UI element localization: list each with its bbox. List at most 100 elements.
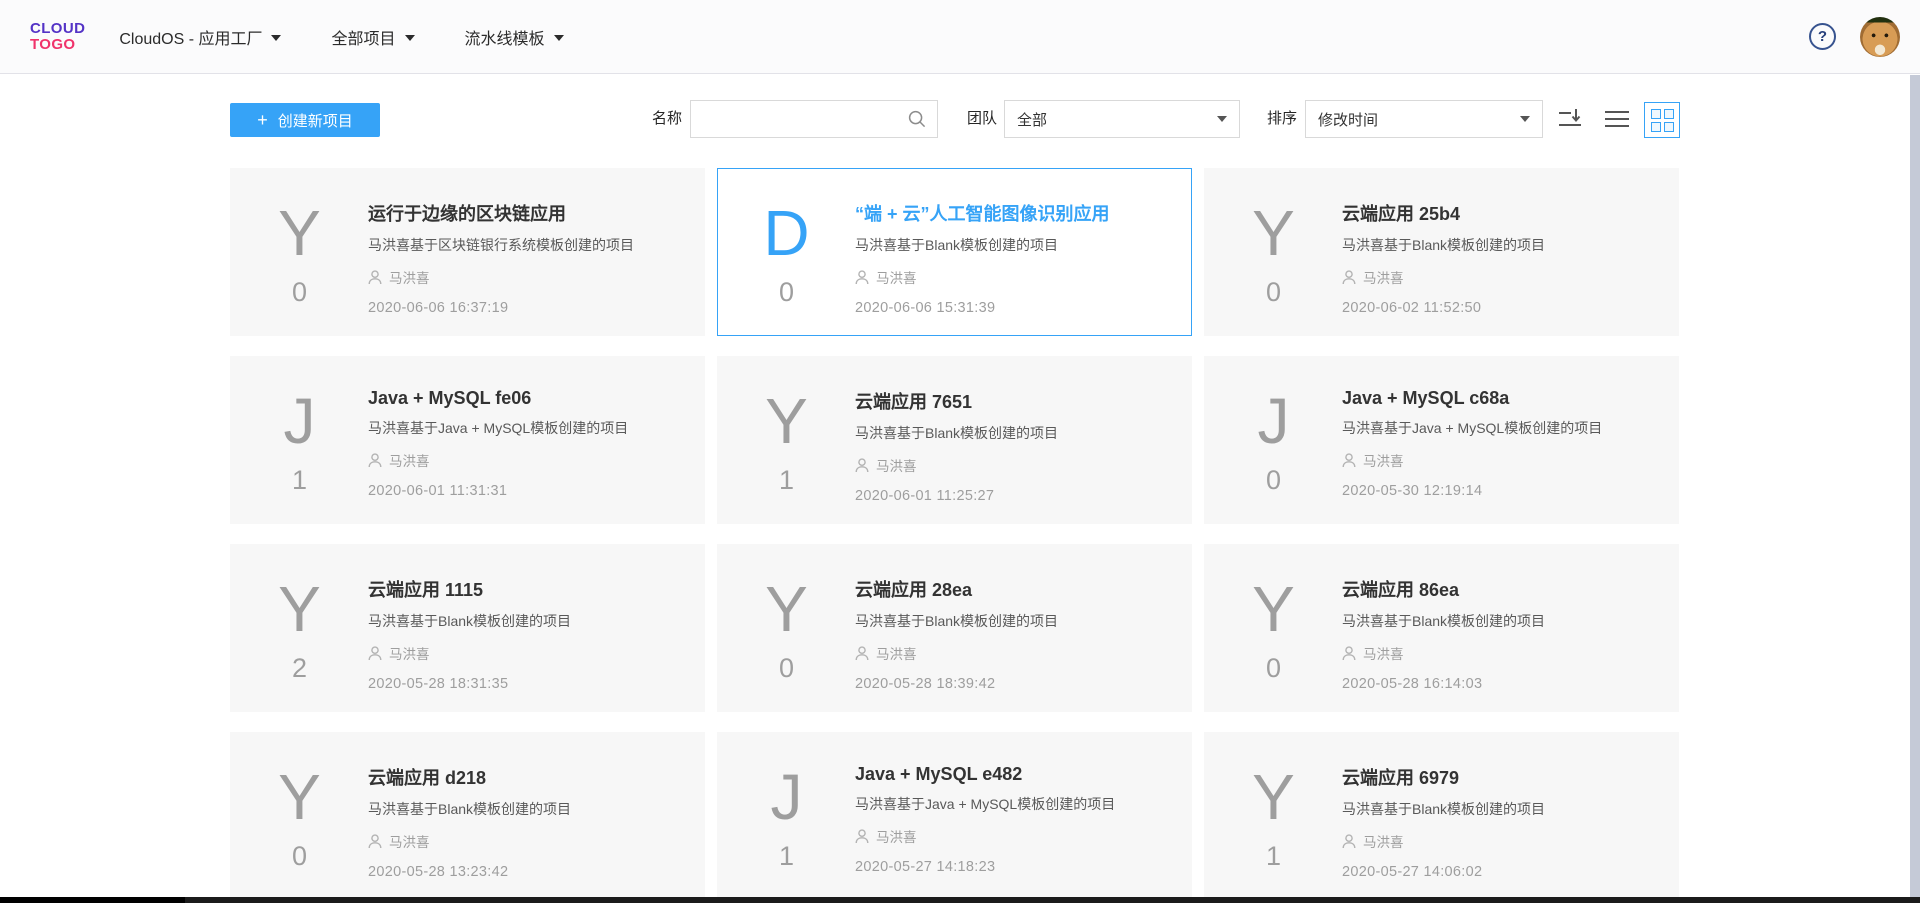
project-initial: Y — [1252, 573, 1295, 645]
sort-select[interactable]: 修改时间 — [1305, 100, 1543, 138]
window-bottom-edge — [0, 897, 1920, 903]
project-card[interactable]: Y 0 运行于边缘的区块链应用 马洪喜基于区块链银行系统模板创建的项目 马洪喜 … — [230, 168, 705, 336]
person-icon — [1342, 834, 1356, 849]
project-title[interactable]: 运行于边缘的区块链应用 — [368, 200, 686, 226]
project-owner: 马洪喜 — [368, 831, 686, 851]
project-info-column: 云端应用 25b4 马洪喜基于Blank模板创建的项目 马洪喜 2020-06-… — [1342, 169, 1678, 335]
project-desc: 马洪喜基于Blank模板创建的项目 — [1342, 235, 1660, 255]
cloudtogo-logo[interactable]: CLOUD TOGO — [30, 21, 85, 53]
project-owner: 马洪喜 — [368, 450, 686, 470]
project-initial: J — [771, 761, 803, 833]
project-timestamp: 2020-05-27 14:18:23 — [855, 859, 1173, 875]
project-owner-name: 马洪喜 — [1363, 450, 1404, 470]
sort-direction-icon[interactable] — [1556, 105, 1584, 133]
project-card[interactable]: Y 0 云端应用 28ea 马洪喜基于Blank模板创建的项目 马洪喜 2020… — [717, 544, 1192, 712]
nav-cloudos-app-factory[interactable]: CloudOS - 应用工厂 — [119, 25, 281, 49]
project-owner-name: 马洪喜 — [389, 267, 430, 287]
project-card[interactable]: Y 2 云端应用 1115 马洪喜基于Blank模板创建的项目 马洪喜 2020… — [230, 544, 705, 712]
project-title[interactable]: 云端应用 1115 — [368, 576, 686, 602]
window-bottom-edge-left — [0, 897, 185, 903]
project-title[interactable]: 云端应用 28ea — [855, 576, 1173, 602]
project-info-column: 云端应用 86ea 马洪喜基于Blank模板创建的项目 马洪喜 2020-05-… — [1342, 545, 1678, 711]
project-count: 0 — [779, 655, 794, 682]
project-count: 0 — [1266, 279, 1281, 306]
project-initial: Y — [278, 573, 321, 645]
project-initial: Y — [278, 197, 321, 269]
nav-pipeline-templates[interactable]: 流水线模板 — [465, 25, 564, 49]
main-content: + 创建新项目 名称 团队 全部 排序 修改时间 — [0, 74, 1920, 897]
vertical-scrollbar[interactable] — [1910, 75, 1920, 897]
project-timestamp: 2020-05-28 18:39:42 — [855, 676, 1173, 692]
project-title[interactable]: Java + MySQL e482 — [855, 764, 1173, 785]
project-owner-name: 马洪喜 — [389, 831, 430, 851]
help-icon[interactable]: ? — [1809, 23, 1836, 50]
grid-view-squares — [1651, 109, 1674, 132]
project-initial: J — [1258, 385, 1290, 457]
project-timestamp: 2020-05-28 13:23:42 — [368, 864, 686, 880]
chevron-down-icon — [554, 35, 564, 41]
plus-icon: + — [257, 111, 268, 129]
project-avatar-column: Y 1 — [718, 357, 855, 523]
project-title[interactable]: 云端应用 86ea — [1342, 576, 1660, 602]
project-card[interactable]: Y 0 云端应用 86ea 马洪喜基于Blank模板创建的项目 马洪喜 2020… — [1204, 544, 1679, 712]
project-title[interactable]: “端 + 云”人工智能图像识别应用 — [855, 200, 1173, 226]
project-avatar-column: Y 0 — [1205, 169, 1342, 335]
team-selected-value: 全部 — [1017, 109, 1047, 130]
chevron-down-icon — [1520, 116, 1530, 122]
project-initial: Y — [1252, 197, 1295, 269]
person-icon — [855, 270, 869, 285]
project-card[interactable]: D 0 “端 + 云”人工智能图像识别应用 马洪喜基于Blank模板创建的项目 … — [717, 168, 1192, 336]
nav-label: CloudOS - 应用工厂 — [119, 25, 262, 49]
project-desc: 马洪喜基于Blank模板创建的项目 — [1342, 611, 1660, 631]
project-card[interactable]: J 0 Java + MySQL c68a 马洪喜基于Java + MySQL模… — [1204, 356, 1679, 524]
team-select[interactable]: 全部 — [1004, 100, 1240, 138]
project-title[interactable]: 云端应用 d218 — [368, 764, 686, 790]
project-owner: 马洪喜 — [1342, 450, 1660, 470]
person-icon — [1342, 270, 1356, 285]
project-card[interactable]: Y 0 云端应用 25b4 马洪喜基于Blank模板创建的项目 马洪喜 2020… — [1204, 168, 1679, 336]
project-card[interactable]: Y 1 云端应用 6979 马洪喜基于Blank模板创建的项目 马洪喜 2020… — [1204, 732, 1679, 900]
project-count: 0 — [1266, 467, 1281, 494]
create-project-label: 创建新项目 — [278, 110, 353, 131]
project-cards-grid: Y 0 运行于边缘的区块链应用 马洪喜基于区块链银行系统模板创建的项目 马洪喜 … — [230, 168, 1679, 900]
project-card[interactable]: Y 1 云端应用 7651 马洪喜基于Blank模板创建的项目 马洪喜 2020… — [717, 356, 1192, 524]
project-info-column: “端 + 云”人工智能图像识别应用 马洪喜基于Blank模板创建的项目 马洪喜 … — [855, 169, 1191, 335]
project-initial: J — [284, 385, 316, 457]
project-card[interactable]: J 1 Java + MySQL e482 马洪喜基于Java + MySQL模… — [717, 732, 1192, 900]
project-owner-name: 马洪喜 — [1363, 267, 1404, 287]
nav-all-projects[interactable]: 全部项目 — [331, 25, 414, 49]
project-initial: D — [763, 197, 809, 269]
project-timestamp: 2020-05-27 14:06:02 — [1342, 864, 1660, 880]
project-avatar-column: J 1 — [231, 357, 368, 523]
team-filter-label: 团队 — [967, 100, 997, 138]
project-card[interactable]: J 1 Java + MySQL fe06 马洪喜基于Java + MySQL模… — [230, 356, 705, 524]
project-owner-name: 马洪喜 — [1363, 831, 1404, 851]
list-view-icon[interactable] — [1604, 108, 1630, 130]
project-title[interactable]: 云端应用 6979 — [1342, 764, 1660, 790]
project-info-column: Java + MySQL fe06 马洪喜基于Java + MySQL模板创建的… — [368, 357, 704, 523]
person-icon — [368, 646, 382, 661]
project-title[interactable]: Java + MySQL fe06 — [368, 388, 686, 409]
project-owner-name: 马洪喜 — [876, 826, 917, 846]
create-project-button[interactable]: + 创建新项目 — [230, 103, 380, 137]
project-owner: 马洪喜 — [855, 455, 1173, 475]
nav-label: 全部项目 — [331, 25, 395, 49]
name-search-input[interactable] — [691, 101, 907, 137]
project-count: 1 — [1266, 843, 1281, 870]
project-title[interactable]: Java + MySQL c68a — [1342, 388, 1660, 409]
project-owner: 马洪喜 — [1342, 267, 1660, 287]
project-title[interactable]: 云端应用 25b4 — [1342, 200, 1660, 226]
search-icon[interactable] — [907, 109, 937, 129]
user-avatar[interactable] — [1860, 17, 1900, 57]
person-icon — [368, 270, 382, 285]
project-owner: 马洪喜 — [855, 643, 1173, 663]
project-owner: 马洪喜 — [368, 267, 686, 287]
project-card[interactable]: Y 0 云端应用 d218 马洪喜基于Blank模板创建的项目 马洪喜 2020… — [230, 732, 705, 900]
main-nav: CloudOS - 应用工厂 全部项目 流水线模板 — [119, 25, 613, 49]
project-info-column: 云端应用 7651 马洪喜基于Blank模板创建的项目 马洪喜 2020-06-… — [855, 357, 1191, 523]
project-desc: 马洪喜基于Blank模板创建的项目 — [368, 611, 686, 631]
person-icon — [368, 834, 382, 849]
project-title[interactable]: 云端应用 7651 — [855, 388, 1173, 414]
grid-view-icon[interactable] — [1644, 102, 1680, 138]
project-count: 1 — [292, 467, 307, 494]
